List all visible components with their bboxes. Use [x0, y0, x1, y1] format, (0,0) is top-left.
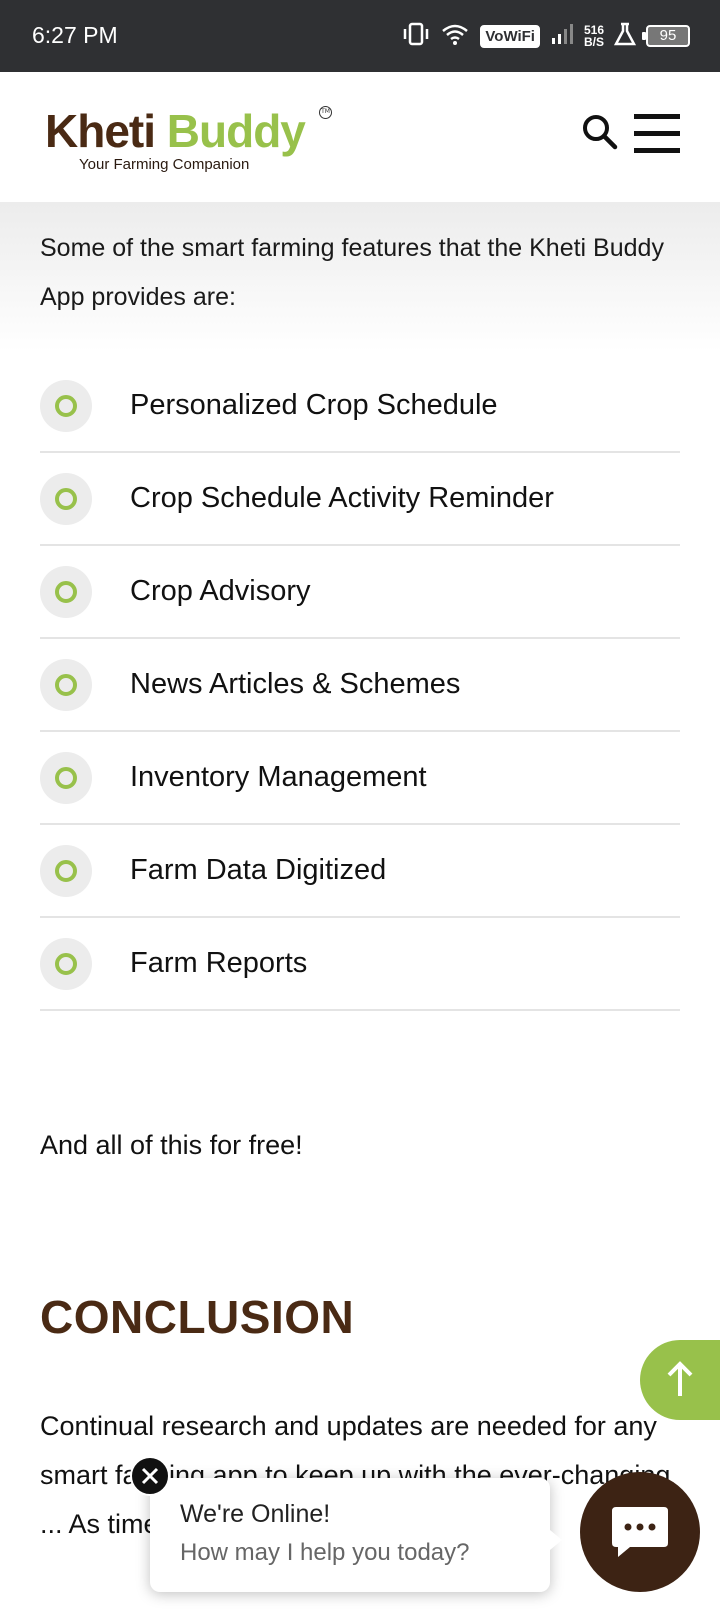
- hamburger-menu-icon: [634, 114, 680, 153]
- logo-tagline: Your Farming Companion: [79, 156, 250, 173]
- circle-bullet-icon: [40, 937, 92, 990]
- brand-logo[interactable]: Kheti Buddy TM Your Farming Companion: [45, 105, 332, 173]
- feature-label: Farm Reports: [130, 947, 308, 979]
- status-time: 6:27 PM: [32, 22, 118, 48]
- chat-subtitle: How may I help you today?: [180, 1539, 470, 1566]
- free-note: And all of this for free!: [40, 1130, 303, 1160]
- circle-bullet-icon: [40, 751, 92, 804]
- site-header: Kheti Buddy TM Your Farming Companion: [0, 72, 720, 202]
- feature-label: Inventory Management: [130, 761, 427, 793]
- signal-icon: [550, 22, 574, 50]
- battery-indicator: 95: [642, 25, 690, 47]
- logo-wordmark: Kheti Buddy: [45, 105, 306, 157]
- trademark-mark: TM: [319, 106, 332, 119]
- list-item: News Articles & Schemes: [40, 639, 680, 732]
- intro-paragraph: Some of the smart farming features that …: [40, 234, 664, 311]
- feature-label: Personalized Crop Schedule: [130, 389, 498, 421]
- close-icon: [141, 1467, 159, 1485]
- wifi-icon: [440, 21, 470, 51]
- search-button[interactable]: [580, 112, 620, 152]
- circle-bullet-icon: [40, 844, 92, 897]
- network-speed: 516 B/S: [583, 23, 604, 49]
- arrow-up-icon: [667, 1361, 693, 1396]
- flask-icon: [613, 22, 637, 50]
- list-item: Farm Data Digitized: [40, 825, 680, 918]
- list-item: Inventory Management: [40, 732, 680, 825]
- circle-bullet-icon: [40, 565, 92, 618]
- circle-bullet-icon: [40, 379, 92, 432]
- feature-label: Crop Schedule Activity Reminder: [130, 482, 554, 514]
- chat-title: We're Online!: [180, 1500, 331, 1528]
- menu-button[interactable]: [634, 112, 680, 156]
- vibrate-icon: [402, 21, 430, 51]
- circle-bullet-icon: [40, 658, 92, 711]
- feature-label: News Articles & Schemes: [130, 668, 461, 700]
- chat-greeting-popup[interactable]: We're Online! How may I help you today?: [150, 1478, 562, 1592]
- list-item: Farm Reports: [40, 918, 680, 1011]
- search-icon: [583, 115, 618, 150]
- feature-list: Personalized Crop Schedule Crop Schedule…: [40, 360, 680, 1011]
- status-icons: VoWiFi 516 B/S 95: [402, 18, 690, 54]
- status-bar: 6:27 PM VoWiFi 516 B/S 95: [0, 0, 720, 72]
- scroll-to-top-button[interactable]: [640, 1340, 720, 1420]
- list-item: Crop Schedule Activity Reminder: [40, 453, 680, 546]
- chat-close-button[interactable]: [130, 1456, 170, 1496]
- circle-bullet-icon: [40, 472, 92, 525]
- list-item: Personalized Crop Schedule: [40, 360, 680, 453]
- vowifi-badge: VoWiFi: [480, 24, 540, 48]
- feature-label: Crop Advisory: [130, 575, 311, 607]
- chat-bubble-icon: [612, 1507, 668, 1557]
- chat-launcher-button[interactable]: [580, 1472, 700, 1592]
- list-item: Crop Advisory: [40, 546, 680, 639]
- feature-label: Farm Data Digitized: [130, 854, 387, 886]
- conclusion-heading: CONCLUSION: [40, 1291, 355, 1343]
